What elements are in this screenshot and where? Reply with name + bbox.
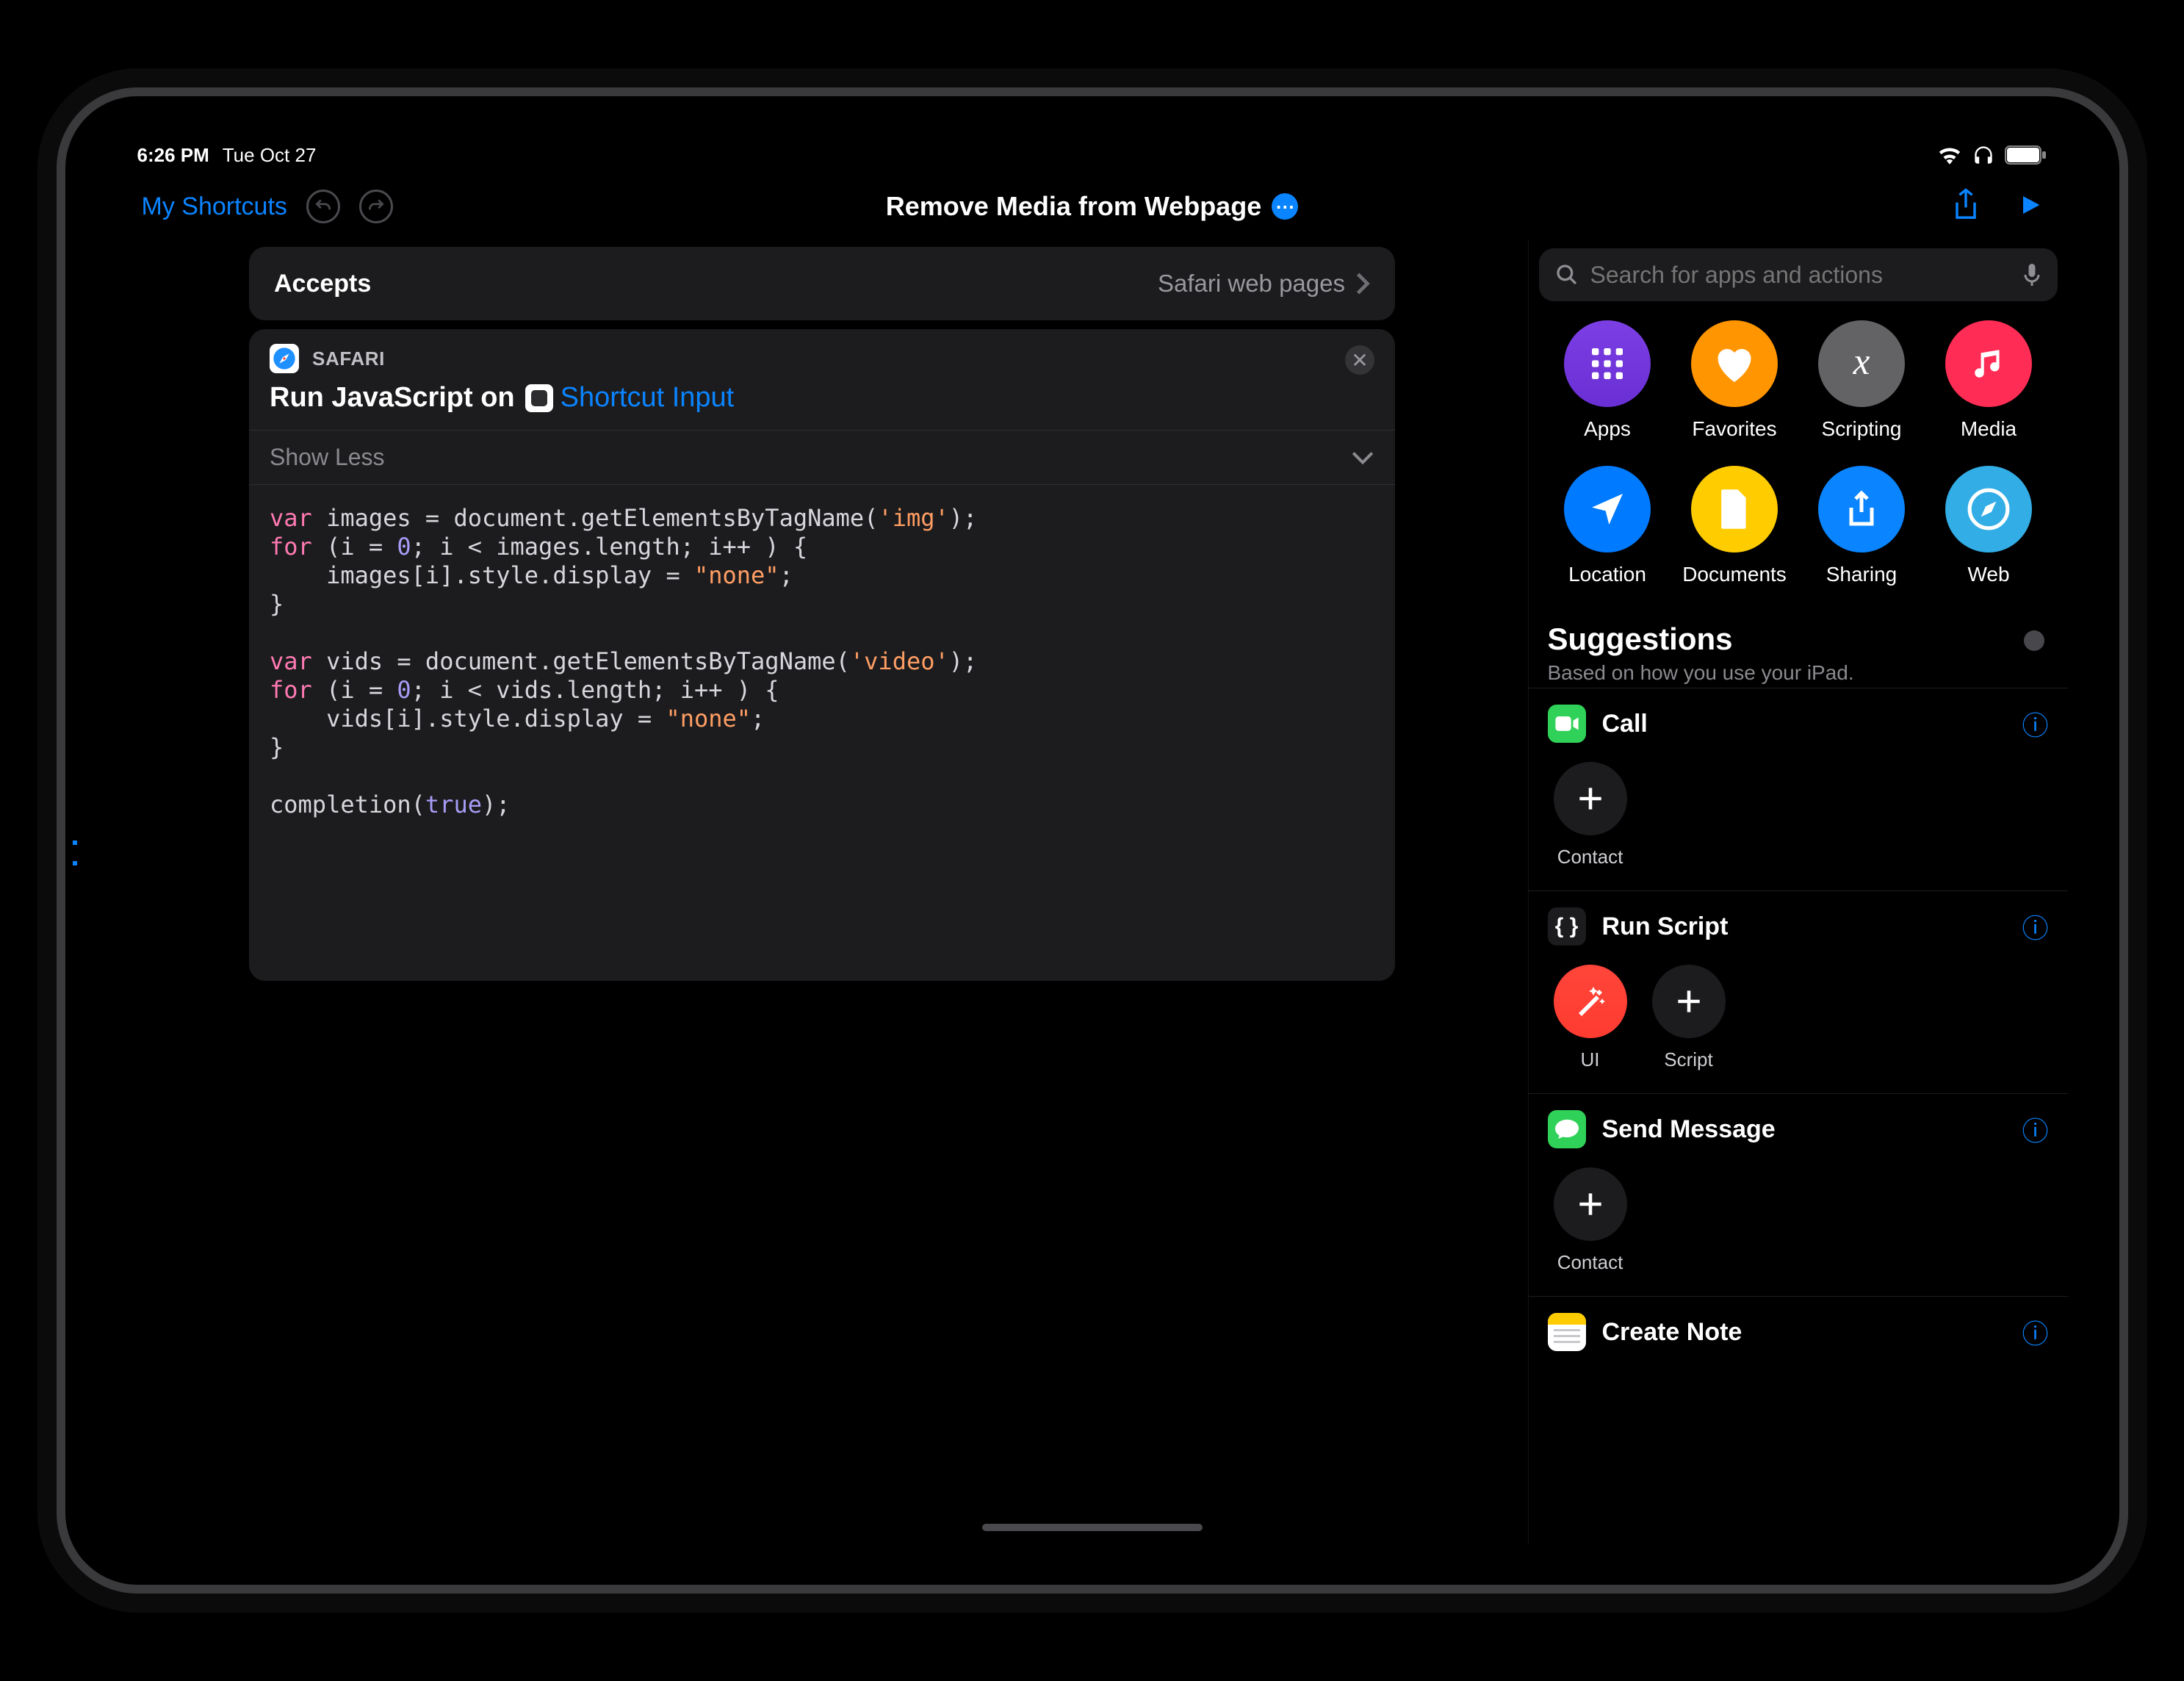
wifi-icon [1937, 145, 1962, 165]
category-favorites[interactable]: Favorites [1675, 320, 1795, 441]
home-indicator[interactable] [982, 1524, 1203, 1531]
screen: 6:26 PM Tue Oct 27 My Shortcuts Remove M… [117, 137, 2068, 1544]
suggestion-send-message[interactable]: Send MessageⓘContact [1529, 1093, 2068, 1296]
fx-icon: x [1818, 320, 1905, 407]
accepts-value: Safari web pages [1158, 270, 1370, 298]
chevron-down-icon [1351, 450, 1374, 465]
action-title: Run JavaScript on Shortcut Input [249, 376, 1395, 430]
editor-area: Accepts Safari web pages SAFARI ✕ [117, 240, 1528, 1544]
nav-icon [1564, 466, 1651, 552]
shortcut-input-icon [525, 384, 553, 412]
search-icon [1555, 263, 1579, 287]
remove-action-button[interactable]: ✕ [1345, 345, 1374, 375]
variable-token[interactable]: Shortcut Input [525, 382, 735, 414]
suggestions-menu-button[interactable] [2024, 630, 2044, 651]
category-sharing[interactable]: Sharing [1802, 466, 1922, 586]
suggestions-subtitle: Based on how you use your iPad. [1548, 661, 1854, 685]
action-app-label: SAFARI [312, 348, 385, 370]
undo-button[interactable] [306, 190, 340, 223]
actions-sidebar: AppsFavoritesxScriptingMedia LocationDocu… [1528, 240, 2068, 1544]
run-button[interactable] [2017, 190, 2043, 223]
suggestions-title: Suggestions [1548, 622, 1854, 657]
plus-icon [1554, 762, 1627, 835]
back-link[interactable]: My Shortcuts [142, 192, 287, 221]
grid-icon [1564, 320, 1651, 407]
suggestion-create-note[interactable]: Create Noteⓘ [1529, 1296, 2068, 1373]
status-date: Tue Oct 27 [223, 144, 317, 167]
battery-icon [2005, 145, 2047, 165]
action-card: SAFARI ✕ Run JavaScript on Shortcut Inpu… [249, 329, 1395, 981]
redo-button[interactable] [359, 190, 393, 223]
suggestion-call[interactable]: CallⓘContact [1529, 688, 2068, 890]
safari-app-icon [270, 344, 299, 373]
heart-icon [1691, 320, 1778, 407]
dictation-icon[interactable] [2022, 262, 2041, 288]
ipad-frame: 6:26 PM Tue Oct 27 My Shortcuts Remove M… [57, 87, 2128, 1594]
page-title: Remove Media from Webpage [886, 191, 1261, 222]
search-input[interactable] [1590, 262, 2011, 289]
category-apps[interactable]: Apps [1548, 320, 1668, 441]
category-scripting[interactable]: xScripting [1802, 320, 1922, 441]
side-connector-icon [73, 840, 80, 865]
status-icons [1937, 145, 2047, 165]
category-grid: AppsFavoritesxScriptingMedia LocationDocu… [1529, 316, 2068, 611]
toolbar: My Shortcuts Remove Media from Webpage ⋯ [117, 173, 2068, 240]
plus-icon [1554, 1167, 1627, 1241]
music-icon [1945, 320, 2032, 407]
share-button[interactable] [1950, 187, 1981, 226]
plus-icon [1652, 965, 1726, 1038]
show-less-row[interactable]: Show Less [249, 430, 1395, 485]
category-media[interactable]: Media [1929, 320, 2049, 441]
category-location[interactable]: Location [1548, 466, 1668, 586]
suggestion-run-script[interactable]: { }Run ScriptⓘUIScript [1529, 890, 2068, 1093]
status-time: 6:26 PM [137, 144, 209, 167]
category-web[interactable]: Web [1929, 466, 2049, 586]
info-button[interactable]: ⓘ [2022, 1313, 2048, 1351]
headphones-icon [1972, 145, 1994, 165]
chevron-right-icon [1355, 272, 1370, 295]
info-button[interactable]: ⓘ [2022, 1110, 2048, 1148]
status-bar: 6:26 PM Tue Oct 27 [117, 137, 2068, 173]
category-documents[interactable]: Documents [1675, 466, 1795, 586]
suggestions-header: Suggestions Based on how you use your iP… [1529, 611, 2068, 688]
info-button[interactable]: ⓘ [2022, 907, 2048, 946]
suggestions-list: CallⓘContact{ }Run ScriptⓘUIScriptSend M… [1529, 688, 2068, 1373]
svg-text:x: x [1853, 343, 1870, 383]
toolbar-title-group: Remove Media from Webpage ⋯ [117, 191, 2068, 222]
info-button[interactable]: ⓘ [2022, 705, 2048, 743]
wand-icon [1554, 965, 1627, 1038]
search-field[interactable] [1539, 248, 2058, 301]
accepts-label: Accepts [274, 270, 371, 298]
shortcut-menu-button[interactable]: ⋯ [1272, 193, 1298, 220]
compass-icon [1945, 466, 2032, 552]
code-editor[interactable]: var images = document.getElementsByTagNa… [249, 485, 1395, 981]
doc-icon [1691, 466, 1778, 552]
share-icon [1818, 466, 1905, 552]
accepts-bar[interactable]: Accepts Safari web pages [249, 247, 1395, 320]
